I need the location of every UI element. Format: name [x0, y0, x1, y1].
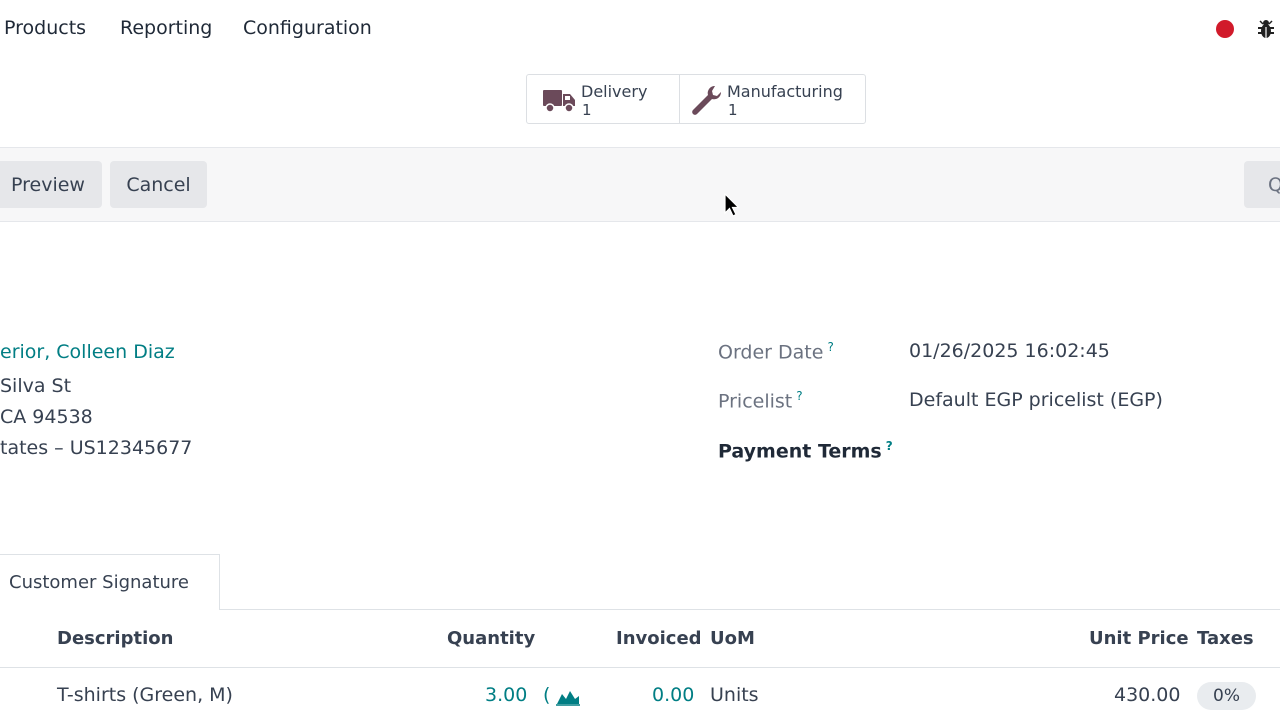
- wrench-icon: [692, 85, 722, 115]
- column-description[interactable]: Description: [57, 628, 173, 649]
- record-dot-icon[interactable]: [1216, 20, 1234, 38]
- control-panel: Preview Cancel Q: [0, 147, 1280, 222]
- pricelist-label: Pricelist?: [718, 389, 803, 413]
- tab-customer-signature[interactable]: Customer Signature: [0, 554, 220, 610]
- delivery-count: 1: [582, 101, 592, 119]
- menu-reporting[interactable]: Reporting: [120, 17, 212, 39]
- row-description[interactable]: T-shirts (Green, M): [57, 684, 233, 706]
- top-navbar: Products Reporting Configuration: [0, 0, 1280, 58]
- tab-divider: [220, 609, 1280, 610]
- forecast-chart-icon[interactable]: [543, 686, 581, 708]
- table-header-divider: [0, 667, 1280, 668]
- row-uom[interactable]: Units: [710, 684, 759, 706]
- customer-street: Silva St: [0, 375, 72, 397]
- bug-icon[interactable]: [1256, 18, 1276, 40]
- cancel-button[interactable]: Cancel: [110, 161, 207, 208]
- truck-icon: [543, 90, 575, 113]
- row-tax-badge[interactable]: 0%: [1197, 682, 1256, 710]
- manufacturing-count: 1: [728, 101, 738, 119]
- manufacturing-label: Manufacturing: [727, 82, 843, 101]
- order-date-value[interactable]: 01/26/2025 16:02:45: [909, 340, 1110, 362]
- order-date-label: Order Date?: [718, 340, 834, 364]
- smart-buttons: Delivery 1 Manufacturing 1: [526, 74, 866, 124]
- delivery-label: Delivery: [581, 82, 648, 101]
- column-unit-price[interactable]: Unit Price: [1089, 628, 1189, 649]
- status-button[interactable]: Q: [1244, 161, 1280, 208]
- column-quantity[interactable]: Quantity: [447, 628, 535, 649]
- delivery-smart-button[interactable]: Delivery 1: [527, 75, 680, 123]
- customer-city: CA 94538: [0, 406, 93, 428]
- row-quantity[interactable]: 3.00: [485, 684, 527, 706]
- row-invoiced: 0.00: [652, 684, 695, 706]
- customer-country-vat: tates – US12345677: [0, 437, 193, 459]
- column-invoiced[interactable]: Invoiced: [616, 628, 702, 649]
- pricelist-value[interactable]: Default EGP pricelist (EGP): [909, 389, 1163, 411]
- row-unit-price[interactable]: 430.00: [1114, 684, 1180, 706]
- payment-terms-label: Payment Terms?: [718, 439, 893, 463]
- menu-configuration[interactable]: Configuration: [243, 17, 372, 39]
- preview-button[interactable]: Preview: [0, 161, 102, 208]
- pricelist-help[interactable]: ?: [796, 389, 802, 403]
- manufacturing-smart-button[interactable]: Manufacturing 1: [679, 75, 865, 123]
- payment-terms-help[interactable]: ?: [886, 439, 893, 453]
- customer-name-link[interactable]: erior, Colleen Diaz: [0, 341, 175, 363]
- column-uom[interactable]: UoM: [710, 628, 755, 649]
- mouse-cursor-icon: [724, 193, 740, 217]
- order-date-help[interactable]: ?: [827, 340, 833, 354]
- menu-products[interactable]: Products: [4, 17, 86, 39]
- column-taxes[interactable]: Taxes: [1197, 628, 1254, 649]
